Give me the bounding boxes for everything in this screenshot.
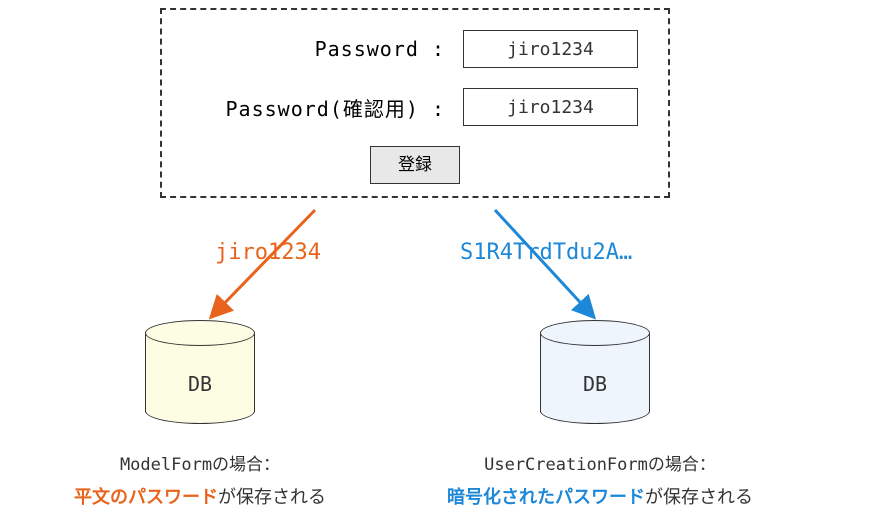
caption-right: UserCreationFormの場合： 暗号化されたパスワードが保存される	[430, 450, 770, 509]
password-row: Password : jiro1234	[192, 30, 638, 68]
db-right-icon: DB	[540, 320, 650, 420]
caption-left-title: ModelFormの場合：	[50, 450, 350, 475]
password-confirm-input[interactable]: jiro1234	[463, 88, 638, 126]
submit-button[interactable]: 登録	[370, 146, 460, 184]
arrow-right-icon	[485, 205, 615, 325]
caption-left-rest: が保存される	[218, 487, 326, 507]
db-right-label: DB	[540, 372, 650, 396]
db-left-label: DB	[145, 372, 255, 396]
password-label: Password :	[315, 37, 445, 61]
arrow-left-icon	[200, 205, 330, 325]
caption-right-text: 暗号化されたパスワードが保存される	[430, 483, 770, 509]
db-left-icon: DB	[145, 320, 255, 420]
db-top-ellipse	[145, 320, 255, 346]
password-confirm-label: Password(確認用) :	[226, 93, 446, 122]
password-confirm-row: Password(確認用) : jiro1234	[192, 88, 638, 126]
signup-form-box: Password : jiro1234 Password(確認用) : jiro…	[160, 8, 670, 198]
caption-left-text: 平文のパスワードが保存される	[50, 483, 350, 509]
caption-right-rest: が保存される	[645, 487, 753, 507]
password-input[interactable]: jiro1234	[463, 30, 638, 68]
caption-left-highlight: 平文のパスワード	[74, 487, 218, 507]
caption-right-title: UserCreationFormの場合：	[430, 450, 770, 475]
caption-left: ModelFormの場合： 平文のパスワードが保存される	[50, 450, 350, 509]
db-top-ellipse	[540, 320, 650, 346]
caption-right-highlight: 暗号化されたパスワード	[447, 487, 645, 507]
